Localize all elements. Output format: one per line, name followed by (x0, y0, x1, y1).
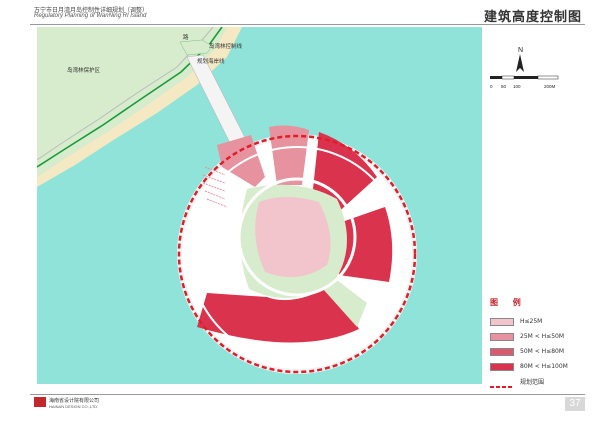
scale-tick-50: 50 (501, 84, 507, 89)
height-control-map[interactable]: 岛湾林保护区 岛湾林控制线 规划海岸线 路 (37, 27, 482, 384)
sheet-title: 建筑高度控制图 (483, 10, 582, 25)
page-number: 37 (565, 397, 585, 411)
north-label: N (518, 47, 523, 54)
legend-swatch-h25 (490, 317, 514, 326)
scale-tick-200: 200M (544, 84, 556, 89)
legend-swatch-h80 (490, 347, 514, 356)
legend-label: 80M < H≤100M (520, 363, 568, 370)
header: 万宁市日月湾月岛控制性详细规划（调整） Regulatory Planning … (0, 0, 600, 26)
coast-road-label: 路 (183, 33, 189, 41)
legend-label: 50M < H≤80M (520, 348, 565, 355)
forest-reserve-label: 岛湾林保护区 (67, 66, 101, 74)
footer-divider (30, 394, 585, 395)
legend-item-boundary: 规划范围 (490, 374, 580, 389)
legend-item-h100: 80M < H≤100M (490, 359, 580, 374)
company-logo-icon (34, 397, 46, 407)
legend-item-h80: 50M < H≤80M (490, 344, 580, 359)
north-arrow-icon: N 0 50 100 200M (490, 47, 559, 89)
legend-label: 规划范围 (520, 379, 545, 386)
legend-item-h50: 25M < H≤50M (490, 329, 580, 344)
header-divider (30, 24, 585, 25)
legend-swatch-h100 (490, 362, 514, 371)
company-name-cn: 海南省设计院有限公司 (49, 398, 100, 404)
legend-label: 25M < H≤50M (520, 333, 565, 340)
legend-swatch-h50 (490, 332, 514, 341)
legend-title: 图 例 (490, 298, 527, 307)
scale-tick-100: 100 (513, 84, 521, 89)
scale-tick-0: 0 (490, 84, 493, 89)
zone-h25-center (255, 197, 331, 278)
legend-swatch-boundary (490, 378, 514, 388)
shore-line-label: 规划海岸线 (197, 57, 225, 65)
plan-title-en: Regulatory Planning of WanNing RI Island (34, 13, 147, 19)
legend-label: H≤25M (520, 318, 543, 325)
legend-item-h25: H≤25M (490, 314, 580, 329)
map-canvas: 岛湾林保护区 岛湾林控制线 规划海岸线 路 (37, 27, 482, 384)
north-arrow-scale: N 0 50 100 200M (490, 44, 562, 96)
company-name-en: HAINAN DESIGN CO.,LTD (49, 404, 98, 409)
map-legend: 图 例 H≤25M 25M < H≤50M 50M < H≤80M 80M < … (490, 297, 580, 389)
forest-line-label: 岛湾林控制线 (209, 42, 243, 50)
